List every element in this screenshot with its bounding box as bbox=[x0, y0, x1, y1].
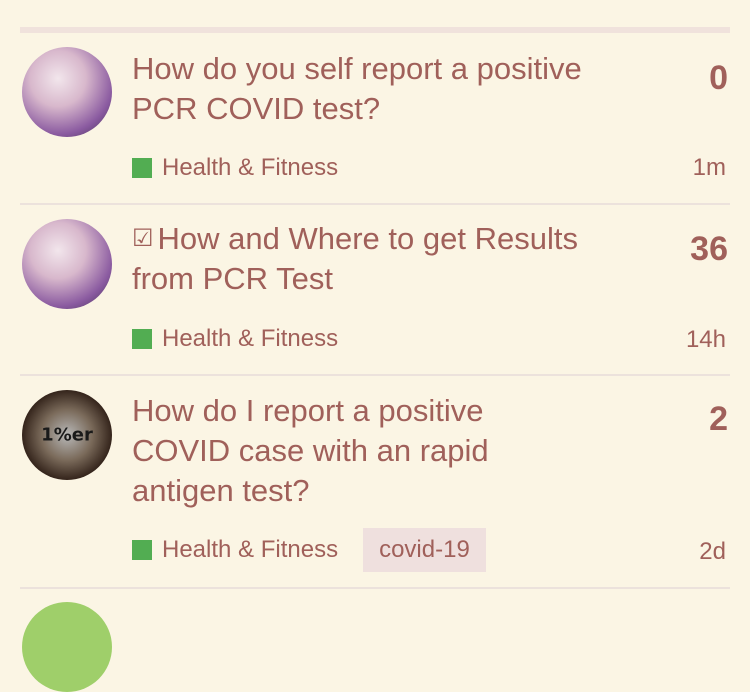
activity-age[interactable]: 2d bbox=[699, 538, 726, 566]
user-avatar[interactable] bbox=[22, 219, 112, 309]
topic-row[interactable]: ☑ How and Where to get Results from PCR T… bbox=[20, 205, 730, 375]
topic-row[interactable]: 1%er How do I report a positive COVID ca… bbox=[20, 376, 730, 588]
activity-age[interactable]: 14h bbox=[686, 326, 726, 354]
category-link[interactable]: Health & Fitness bbox=[162, 154, 338, 182]
reply-count[interactable]: 36 bbox=[690, 230, 728, 269]
topic-title[interactable]: How do you self report a positive PCR CO… bbox=[132, 49, 582, 129]
topic-title[interactable]: How do I report a positive COVID case wi… bbox=[132, 391, 582, 511]
user-avatar[interactable] bbox=[22, 47, 112, 137]
topic-meta: Health & Fitness covid-19 bbox=[132, 528, 486, 572]
category-color-icon bbox=[132, 158, 152, 178]
row-divider bbox=[20, 587, 730, 589]
tag-badge[interactable]: covid-19 bbox=[363, 528, 486, 572]
topic-meta: Health & Fitness bbox=[132, 148, 338, 188]
reply-count[interactable]: 0 bbox=[709, 59, 728, 98]
reply-count[interactable]: 2 bbox=[709, 400, 728, 439]
topic-title[interactable]: ☑ How and Where to get Results from PCR T… bbox=[132, 219, 582, 299]
category-link[interactable]: Health & Fitness bbox=[162, 536, 338, 564]
avatar-text: 1%er bbox=[41, 424, 93, 446]
topic-title-text[interactable]: How and Where to get Results from PCR Te… bbox=[132, 221, 578, 296]
category-color-icon bbox=[132, 540, 152, 560]
category-link[interactable]: Health & Fitness bbox=[162, 325, 338, 353]
activity-age[interactable]: 1m bbox=[693, 154, 726, 182]
topic-meta: Health & Fitness bbox=[132, 319, 338, 359]
topic-row[interactable]: How do you self report a positive PCR CO… bbox=[20, 33, 730, 203]
category-color-icon bbox=[132, 329, 152, 349]
user-avatar[interactable] bbox=[22, 602, 112, 692]
solved-checkbox-icon: ☑ bbox=[132, 225, 154, 252]
user-avatar[interactable]: 1%er bbox=[22, 390, 112, 480]
